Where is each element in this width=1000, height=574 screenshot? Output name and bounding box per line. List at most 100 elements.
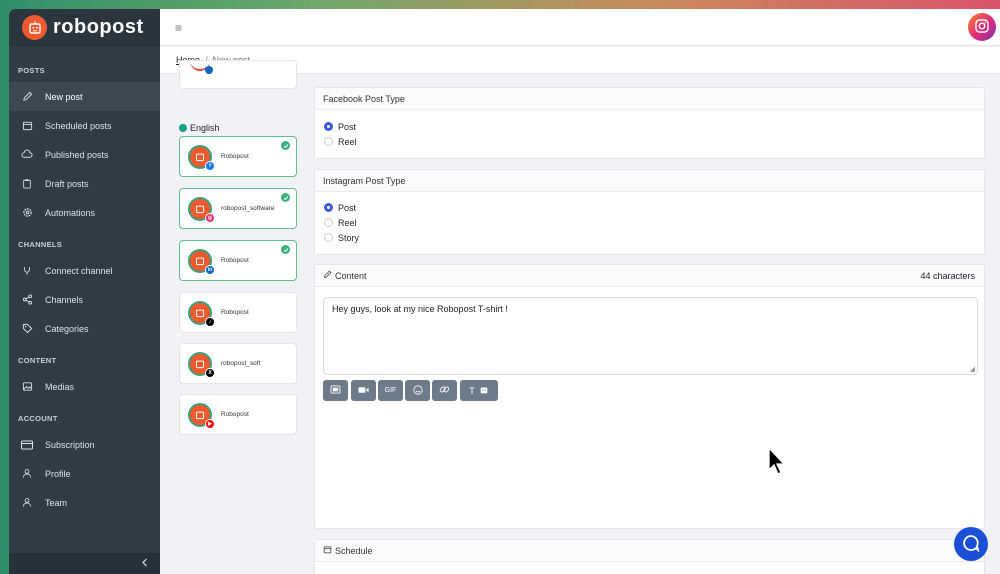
robot-logo-icon [22, 15, 47, 40]
add-video-button[interactable] [351, 380, 376, 401]
sidebar-item-connect-channel[interactable]: Connect channel [9, 256, 160, 285]
mouse-cursor-icon [768, 446, 786, 479]
sidebar-item-categories[interactable]: Categories [9, 314, 160, 343]
sidebar-item-medias[interactable]: Medias [9, 372, 160, 401]
account-list: English f Robopost ◎ robopost_software i… [160, 60, 310, 574]
linkedin-badge-icon [205, 66, 213, 74]
schedule-panel: Schedule [314, 539, 985, 574]
character-count: 44 characters [920, 271, 975, 281]
sidebar-item-published-posts[interactable]: Published posts [9, 140, 160, 169]
account-card[interactable]: ♪ Robopost [179, 292, 297, 333]
account-name: robopost_soft [221, 360, 261, 367]
post-content-textarea[interactable]: Hey guys, look at my nice Robopost T-shi… [323, 297, 978, 375]
sidebar-item-subscription[interactable]: Subscription [9, 430, 160, 459]
radio-button-checked[interactable] [324, 122, 333, 131]
topbar: ≡ [160, 9, 1000, 46]
facebook-badge-icon: f [205, 161, 215, 171]
instagram-option-reel[interactable]: Reel [315, 215, 984, 230]
language-dot-icon [179, 124, 187, 132]
x-badge-icon: X [205, 368, 215, 378]
sidebar-item-automations[interactable]: Automations [9, 198, 160, 227]
check-icon [281, 193, 290, 202]
sidebar-item-label: Categories [45, 323, 89, 334]
facebook-option-post[interactable]: Post [315, 119, 984, 134]
plug-icon [21, 265, 33, 277]
sidebar-item-team[interactable]: Team [9, 488, 160, 517]
chevron-left-icon [141, 558, 148, 569]
add-image-button[interactable] [323, 380, 348, 401]
add-emoji-button[interactable] [405, 380, 430, 401]
calendar-icon [323, 545, 332, 556]
sidebar-item-label: Draft posts [45, 178, 89, 189]
sidebar-item-label: Profile [45, 468, 71, 479]
facebook-option-reel[interactable]: Reel [315, 134, 984, 149]
account-name: Robopost [221, 309, 249, 316]
option-label: Reel [338, 217, 357, 228]
brand[interactable]: robopost [9, 9, 160, 46]
link-icon [439, 384, 450, 397]
section-account: ACCOUNT [18, 414, 58, 423]
sidebar-item-label: Scheduled posts [45, 120, 112, 131]
sidebar-item-profile[interactable]: Profile [9, 459, 160, 488]
youtube-badge-icon: ▶ [205, 419, 215, 429]
account-name: Robopost [221, 257, 249, 264]
sidebar-item-draft-posts[interactable]: Draft posts [9, 169, 160, 198]
ai-text-icon: T [469, 385, 475, 396]
radio-button-checked[interactable] [324, 203, 333, 212]
user-icon [21, 468, 33, 480]
sidebar-item-label: Channels [45, 294, 84, 305]
account-card-partial[interactable] [179, 60, 297, 89]
clipboard-icon [21, 178, 33, 190]
account-card[interactable]: ▶ Robopost [179, 394, 297, 435]
tag-icon [21, 323, 33, 335]
add-gif-button[interactable]: GIF [378, 380, 403, 401]
gear-icon [21, 207, 33, 219]
account-card[interactable]: f Robopost [179, 136, 297, 177]
linkedin-badge-icon: in [205, 265, 215, 275]
panel-title: Schedule [335, 545, 373, 556]
check-icon [281, 245, 290, 254]
account-name: Robopost [221, 153, 249, 160]
gif-icon: GIF [384, 387, 397, 394]
add-link-button[interactable] [432, 380, 457, 401]
profile-avatar[interactable] [968, 13, 996, 41]
post-text: Hey guys, look at my nice Robopost T-shi… [332, 304, 508, 314]
sidebar-item-channels[interactable]: Channels [9, 285, 160, 314]
instagram-logo-icon [974, 18, 990, 36]
resize-handle-icon[interactable]: ◢ [970, 365, 975, 373]
calendar-icon [21, 120, 33, 132]
support-chat-button[interactable] [954, 527, 988, 561]
app-window: robopost POSTS New post Scheduled posts … [9, 9, 1000, 574]
content-header: Content [315, 265, 984, 287]
section-posts: POSTS [18, 66, 45, 75]
share-icon [21, 294, 33, 306]
instagram-option-story[interactable]: Story [315, 230, 984, 245]
credit-card-icon [21, 439, 33, 451]
ai-assistant-button[interactable]: T [460, 380, 498, 401]
radio-button[interactable] [324, 137, 333, 146]
radio-button[interactable] [324, 233, 333, 242]
image-icon [330, 385, 341, 396]
account-card[interactable]: in Robopost [179, 240, 297, 281]
sidebar-item-new-post[interactable]: New post [9, 82, 160, 111]
sidebar-item-label: Subscription [45, 439, 95, 450]
sidebar-collapse-button[interactable] [9, 553, 160, 574]
radio-button[interactable] [324, 218, 333, 227]
account-card[interactable]: ◎ robopost_software [179, 188, 297, 229]
panel-title: Instagram Post Type [315, 170, 984, 192]
section-content: CONTENT [18, 356, 57, 365]
video-icon [358, 386, 369, 396]
menu-toggle-icon[interactable]: ≡ [175, 21, 182, 35]
emoji-icon [412, 384, 423, 397]
pencil-icon [323, 270, 332, 281]
chat-bubble-icon [962, 534, 980, 554]
instagram-option-post[interactable]: Post [315, 200, 984, 215]
option-label: Reel [338, 136, 357, 147]
sidebar-item-label: Automations [45, 207, 96, 218]
account-card[interactable]: X robopost_soft [179, 343, 297, 384]
brand-name: robopost [53, 16, 144, 38]
facebook-post-type-panel: Facebook Post Type Post Reel [314, 87, 985, 159]
language-label: English [190, 123, 220, 133]
sidebar-item-scheduled-posts[interactable]: Scheduled posts [9, 111, 160, 140]
option-label: Story [338, 232, 360, 243]
